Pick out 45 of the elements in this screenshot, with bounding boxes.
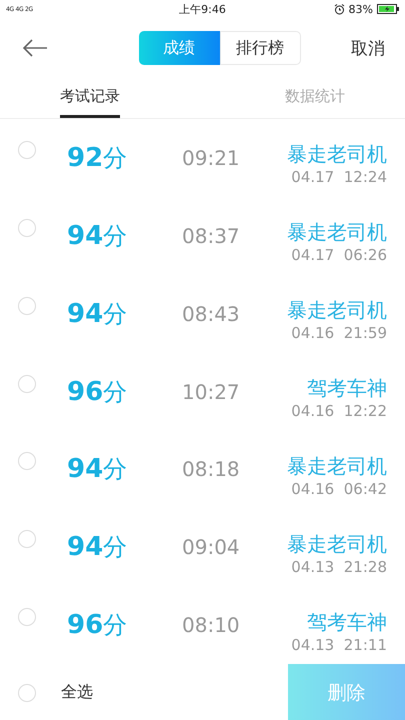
exam-date: 04.13 21:28 bbox=[291, 558, 387, 576]
player-name: 暴走老司机 bbox=[287, 141, 387, 168]
tab[interactable]: 考试记录 bbox=[60, 78, 120, 118]
score: 96分 bbox=[67, 376, 128, 408]
select-radio[interactable] bbox=[18, 530, 36, 548]
select-all-radio[interactable] bbox=[18, 684, 36, 702]
back-icon[interactable] bbox=[22, 39, 48, 57]
player-name: 暴走老司机 bbox=[287, 530, 387, 558]
duration: 09:21 bbox=[182, 146, 241, 170]
exam-date: 04.17 06:26 bbox=[291, 246, 387, 264]
cancel-button[interactable]: 取消 bbox=[351, 36, 385, 60]
segment-tab[interactable]: 排行榜 bbox=[220, 31, 300, 65]
exam-date: 04.13 21:11 bbox=[291, 636, 387, 654]
score: 94分 bbox=[67, 531, 128, 564]
score: 94分 bbox=[67, 220, 128, 252]
clock: 上午9:46 bbox=[178, 2, 227, 16]
alarm-icon bbox=[334, 4, 345, 14]
select-radio[interactable] bbox=[18, 608, 36, 626]
select-radio[interactable] bbox=[18, 296, 36, 315]
player-name: 驾考车神 bbox=[307, 375, 387, 402]
select-radio[interactable] bbox=[18, 452, 36, 470]
player-name: 暴走老司机 bbox=[287, 219, 387, 246]
score: 92分 bbox=[67, 142, 128, 174]
battery-icon bbox=[377, 4, 399, 14]
select-all-label[interactable]: 全选 bbox=[61, 682, 288, 703]
select-radio[interactable] bbox=[18, 140, 36, 159]
duration: 10:27 bbox=[182, 380, 241, 404]
player-name: 暴走老司机 bbox=[287, 452, 387, 480]
score: 94分 bbox=[67, 298, 128, 330]
exam-date: 04.17 12:24 bbox=[291, 168, 387, 186]
score: 94分 bbox=[67, 453, 128, 486]
exam-date: 04.16 06:42 bbox=[291, 480, 387, 498]
duration: 08:37 bbox=[182, 224, 241, 248]
select-radio[interactable] bbox=[18, 218, 36, 237]
duration: 08:10 bbox=[182, 613, 241, 638]
battery-percent: 83% bbox=[348, 2, 373, 16]
exam-date: 04.16 21:59 bbox=[291, 324, 387, 342]
player-name: 暴走老司机 bbox=[287, 297, 387, 324]
duration: 08:43 bbox=[182, 302, 241, 326]
duration: 08:18 bbox=[182, 457, 241, 482]
select-radio[interactable] bbox=[18, 374, 36, 392]
duration: 09:04 bbox=[182, 535, 241, 560]
exam-date: 04.16 12:22 bbox=[291, 402, 387, 420]
player-name: 驾考车神 bbox=[307, 608, 387, 636]
score: 96分 bbox=[67, 609, 128, 642]
